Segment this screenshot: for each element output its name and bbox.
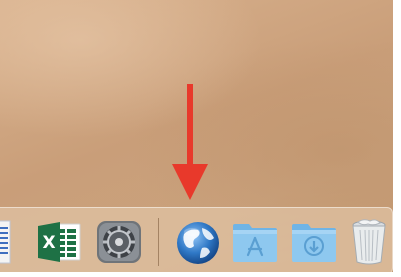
text-document-icon[interactable] xyxy=(0,218,38,266)
globe-icon[interactable] xyxy=(174,218,222,266)
downloads-folder-icon[interactable] xyxy=(290,218,338,266)
system-preferences-gear-icon[interactable] xyxy=(95,218,143,266)
excel-icon[interactable]: X xyxy=(36,218,84,266)
screenshot-border xyxy=(393,0,401,277)
trash-icon[interactable] xyxy=(346,218,394,266)
screenshot-bottom-border xyxy=(0,272,401,277)
excel-letter: X xyxy=(42,233,55,253)
red-arrow-annotation xyxy=(172,84,208,200)
dock-separator xyxy=(158,218,159,266)
applications-folder-icon[interactable] xyxy=(231,218,279,266)
